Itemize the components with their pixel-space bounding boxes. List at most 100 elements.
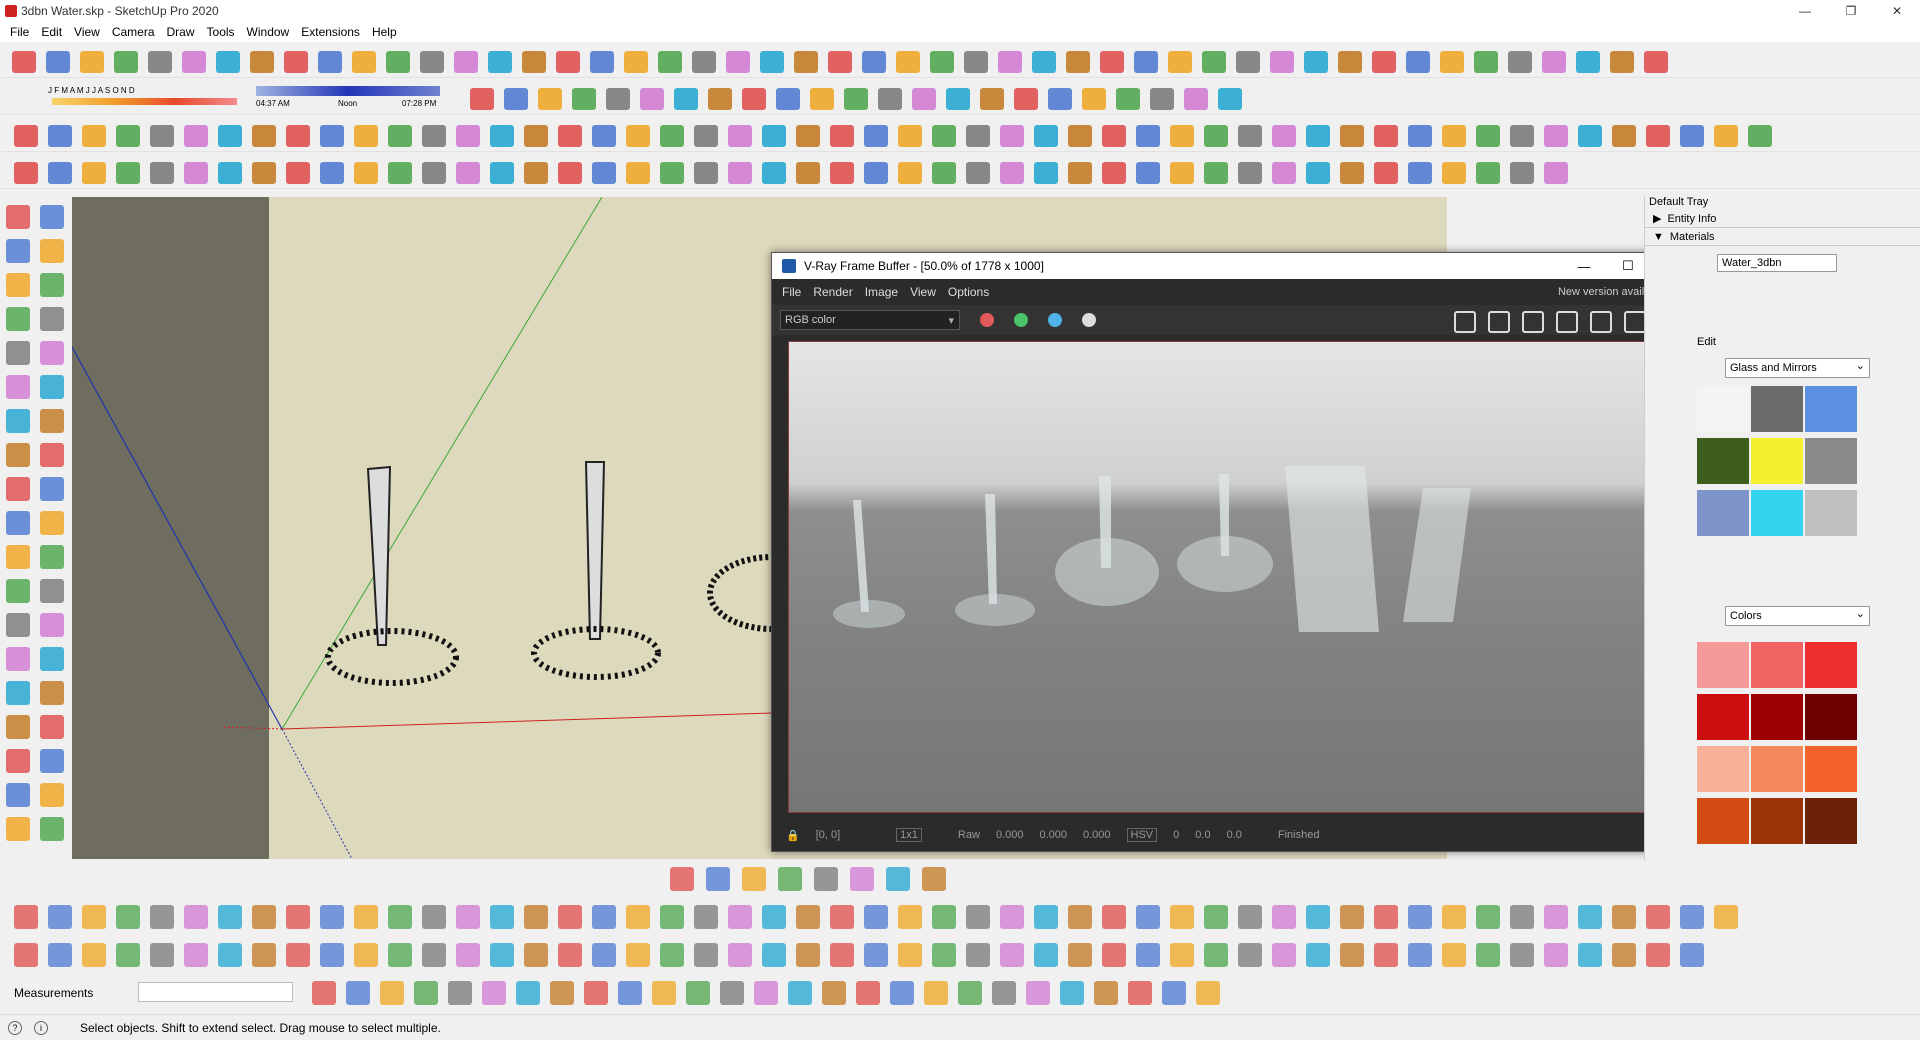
material-swatch[interactable] [1697,490,1749,536]
toolbar-tool-icon[interactable] [46,51,70,73]
bottom-tool-icon[interactable] [48,943,72,967]
toolbar-tool-icon[interactable] [1510,162,1534,184]
bottom-tool-icon[interactable] [686,981,710,1005]
vfb-menu-image[interactable]: Image [865,285,898,299]
toolbar-tool-icon[interactable] [1542,51,1566,73]
rendered-image[interactable] [788,341,1678,813]
bottom-tool-icon[interactable] [856,981,880,1005]
bottom-tool-icon[interactable] [1238,943,1262,967]
toolbar-tool-icon[interactable] [864,125,888,147]
toolbar-tool-icon[interactable] [82,125,106,147]
toolbar-tool-icon[interactable] [1510,125,1534,147]
bottom-tool-icon[interactable] [626,943,650,967]
toolbar-tool-icon[interactable] [1714,125,1738,147]
toolbar-tool-icon[interactable] [82,162,106,184]
toolbar-tool-icon[interactable] [726,51,750,73]
toolbar-tool-icon[interactable] [286,162,310,184]
toolbar-tool-icon[interactable] [422,125,446,147]
material-swatch[interactable] [1751,694,1803,740]
bottom-tool-icon[interactable] [490,943,514,967]
bottom-tool-icon[interactable] [1612,905,1636,929]
toolbar-tool-icon[interactable] [898,125,922,147]
bottom-tool-icon[interactable] [754,981,778,1005]
bottom-tool-icon[interactable] [116,943,140,967]
toolbar-tool-icon[interactable] [810,88,834,110]
bottom-tool-icon[interactable] [1162,981,1186,1005]
bottom-tool-icon[interactable] [1340,905,1364,929]
toolbar-tool-icon[interactable] [964,51,988,73]
left-tool-icon[interactable] [40,579,64,603]
toolbar-tool-icon[interactable] [572,88,596,110]
toolbar-tool-icon[interactable] [844,88,868,110]
bottom-tool-icon[interactable] [864,943,888,967]
left-tool-icon[interactable] [40,783,64,807]
bottom-tool-icon[interactable] [886,867,910,891]
render-teapot-icon[interactable] [1590,311,1612,333]
bottom-tool-icon[interactable] [1272,905,1296,929]
vfb-menu-file[interactable]: File [782,285,801,299]
toolbar-tool-icon[interactable] [728,125,752,147]
save-image-icon[interactable] [1454,311,1476,333]
bottom-tool-icon[interactable] [694,905,718,929]
bottom-tool-icon[interactable] [1128,981,1152,1005]
bottom-tool-icon[interactable] [320,905,344,929]
red-channel-toggle[interactable] [980,313,994,327]
toolbar-tool-icon[interactable] [1102,125,1126,147]
toolbar-tool-icon[interactable] [1068,162,1092,184]
bottom-tool-icon[interactable] [1544,905,1568,929]
left-tool-icon[interactable] [6,647,30,671]
toolbar-tool-icon[interactable] [674,88,698,110]
bottom-tool-icon[interactable] [48,905,72,929]
close-button[interactable]: ✕ [1874,0,1920,22]
bottom-tool-icon[interactable] [524,943,548,967]
bottom-tool-icon[interactable] [388,905,412,929]
toolbar-tool-icon[interactable] [1406,51,1430,73]
bottom-tool-icon[interactable] [218,905,242,929]
left-tool-icon[interactable] [6,545,30,569]
toolbar-tool-icon[interactable] [218,125,242,147]
toolbar-tool-icon[interactable] [1508,51,1532,73]
material-swatch[interactable] [1697,386,1749,432]
toolbar-tool-icon[interactable] [592,125,616,147]
material-swatch[interactable] [1805,642,1857,688]
bottom-tool-icon[interactable] [762,943,786,967]
bottom-tool-icon[interactable] [1476,905,1500,929]
bottom-tool-icon[interactable] [312,981,336,1005]
toolbar-tool-icon[interactable] [420,51,444,73]
interactive-render-icon[interactable] [1624,311,1646,333]
bottom-tool-icon[interactable] [1612,943,1636,967]
bottom-tool-icon[interactable] [414,981,438,1005]
toolbar-tool-icon[interactable] [354,162,378,184]
bottom-tool-icon[interactable] [992,981,1016,1005]
shadow-time-slider[interactable] [256,86,440,96]
bottom-tool-icon[interactable] [1408,905,1432,929]
measurements-input[interactable] [138,982,293,1002]
menu-camera[interactable]: Camera [106,25,161,39]
toolbar-tool-icon[interactable] [932,125,956,147]
toolbar-tool-icon[interactable] [708,88,732,110]
bottom-tool-icon[interactable] [14,905,38,929]
toolbar-tool-icon[interactable] [1238,162,1262,184]
bottom-tool-icon[interactable] [184,943,208,967]
bottom-tool-icon[interactable] [626,905,650,929]
bottom-tool-icon[interactable] [524,905,548,929]
toolbar-tool-icon[interactable] [1168,51,1192,73]
material-swatch[interactable] [1751,386,1803,432]
toolbar-tool-icon[interactable] [626,125,650,147]
toolbar-tool-icon[interactable] [1374,125,1398,147]
left-tool-icon[interactable] [40,239,64,263]
toolbar-tool-icon[interactable] [14,125,38,147]
bottom-tool-icon[interactable] [1442,905,1466,929]
toolbar-tool-icon[interactable] [1644,51,1668,73]
bottom-tool-icon[interactable] [286,943,310,967]
toolbar-tool-icon[interactable] [626,162,650,184]
bottom-tool-icon[interactable] [354,905,378,929]
bottom-tool-icon[interactable] [1578,905,1602,929]
channel-select[interactable]: RGB color [780,310,960,330]
bottom-tool-icon[interactable] [728,905,752,929]
toolbar-tool-icon[interactable] [1610,51,1634,73]
bottom-tool-icon[interactable] [490,905,514,929]
toolbar-tool-icon[interactable] [658,51,682,73]
bottom-tool-icon[interactable] [778,867,802,891]
material-library-select[interactable]: Glass and Mirrors [1725,358,1870,378]
